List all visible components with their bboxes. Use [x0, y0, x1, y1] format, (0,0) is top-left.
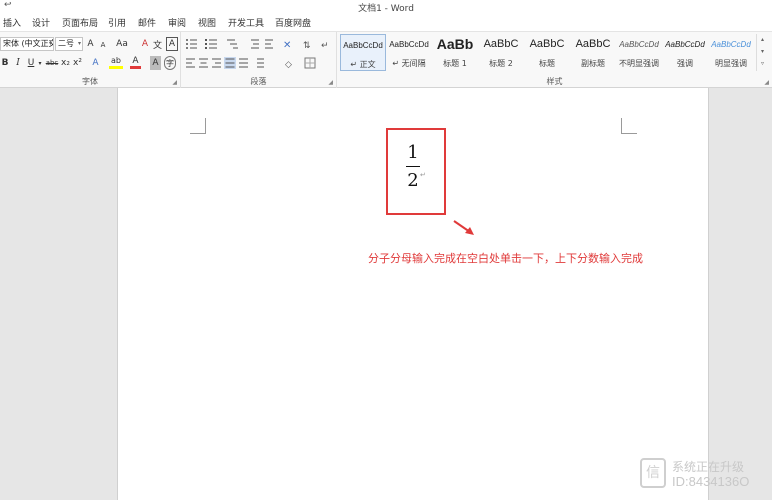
italic-button[interactable]: I: [13, 56, 23, 70]
character-shading-button[interactable]: A: [150, 56, 161, 70]
highlight-color-button[interactable]: ab: [109, 55, 123, 69]
watermark-logo: 信: [640, 458, 666, 488]
style-sample: AaBbCcDd: [665, 40, 705, 49]
tab-view[interactable]: 视图: [198, 16, 216, 29]
style-sample: AaBbCcDd: [343, 41, 383, 50]
document-canvas: 1 2 ↵ 分子分母输入完成在空白处单击一下，上下分数输入完成: [0, 88, 772, 500]
font-color-button[interactable]: A: [130, 55, 141, 69]
styles-group: AaBbCcDd ↵ 正文 AaBbCcDd ↵ 无间隔 AaBb 标题 1 A…: [337, 32, 772, 88]
style-sample: AaBb: [436, 36, 474, 52]
title-bar: ↩ 文档1 - Word: [0, 0, 772, 14]
styles-group-label: 样式: [546, 77, 563, 86]
tab-mailings[interactable]: 邮件: [138, 16, 156, 29]
paragraph-mark: ↵: [420, 171, 426, 179]
watermark: 信 系统正在升级 ID:8434136O: [640, 456, 772, 496]
tab-design[interactable]: 设计: [32, 16, 50, 29]
svg-text:↵: ↵: [321, 41, 329, 50]
watermark-logo-glyph: 信: [646, 465, 660, 481]
chevron-down-icon[interactable]: ▾: [757, 46, 768, 58]
ribbon-tabs: 插入 设计 页面布局 引用 邮件 审阅 视图 开发工具 百度网盘: [0, 13, 772, 31]
dialog-launcher-icon[interactable]: ◢: [172, 79, 177, 86]
watermark-id: ID:8434136O: [672, 474, 750, 489]
chevron-down-icon: ▾: [48, 40, 52, 47]
tab-developer[interactable]: 开发工具: [228, 16, 264, 29]
tab-review[interactable]: 审阅: [168, 16, 186, 29]
more-icon[interactable]: ▿: [757, 58, 768, 70]
style-sample: AaBbC: [483, 38, 519, 50]
style-sample: AaBbCcDd: [389, 40, 429, 49]
strikethrough-button[interactable]: abc: [45, 56, 59, 70]
tab-insert[interactable]: 插入: [3, 16, 21, 29]
document-page[interactable]: 1 2 ↵ 分子分母输入完成在空白处单击一下，上下分数输入完成: [117, 88, 709, 500]
style-normal[interactable]: AaBbCcDd ↵ 正文: [340, 34, 386, 71]
underline-button[interactable]: U: [26, 56, 36, 70]
style-subtitle[interactable]: AaBbC 副标题: [570, 34, 616, 71]
chevron-down-icon: ▾: [77, 40, 81, 47]
paragraph-row2-icons[interactable]: ◇: [185, 57, 335, 69]
dialog-launcher-icon[interactable]: ◢: [328, 79, 333, 86]
subscript-button[interactable]: x₂: [60, 56, 71, 70]
text-effects-button[interactable]: A: [90, 56, 101, 70]
font-name-value: 宋体 (中文正文): [3, 39, 53, 48]
ribbon: 宋体 (中文正文) ▾ 二号 ▾ A A Aa A 文 A B I U ▾ ab…: [0, 31, 772, 88]
paragraph-group: ✕ ⇅ ↵ ◇ 段落 ◢: [181, 32, 337, 88]
grow-font-button[interactable]: A: [85, 37, 96, 51]
superscript-button[interactable]: x²: [72, 56, 83, 70]
style-sample: AaBbCcDd: [619, 40, 659, 49]
font-size-value: 二号: [58, 39, 74, 48]
style-name: 标题: [539, 59, 555, 68]
font-name-combo[interactable]: 宋体 (中文正文) ▾: [0, 37, 54, 51]
fraction-numerator[interactable]: 1: [398, 142, 428, 164]
paragraph-group-label: 段落: [250, 77, 267, 86]
style-emphasis[interactable]: AaBbCcDd 强调: [662, 34, 708, 71]
tab-baidu-netdisk[interactable]: 百度网盘: [275, 16, 311, 29]
style-no-spacing[interactable]: AaBbCcDd ↵ 无间隔: [386, 34, 432, 71]
svg-text:◇: ◇: [285, 60, 292, 69]
style-sample: AaBbCcDd: [711, 40, 751, 49]
style-name: 标题 1: [443, 59, 467, 68]
change-case-button[interactable]: Aa: [114, 37, 130, 51]
font-group-label: 字体: [82, 77, 98, 86]
style-name: ↵ 无间隔: [392, 59, 426, 68]
style-intense-emphasis[interactable]: AaBbCcDd 明显强调: [708, 34, 754, 71]
character-border-button[interactable]: A: [166, 37, 178, 51]
style-title[interactable]: AaBbC 标题: [524, 34, 570, 71]
tab-page-layout[interactable]: 页面布局: [62, 16, 98, 29]
annotation-text: 分子分母输入完成在空白处单击一下，上下分数输入完成: [368, 252, 643, 265]
margin-mark: [190, 118, 206, 134]
arrow-icon: [453, 220, 474, 235]
style-name: 强调: [677, 59, 693, 68]
phonetic-guide-button[interactable]: 文: [152, 37, 163, 51]
enclose-characters-button[interactable]: 字: [164, 56, 176, 70]
clear-formatting-button[interactable]: A: [140, 37, 150, 51]
dialog-launcher-icon[interactable]: ◢: [764, 79, 769, 86]
font-size-combo[interactable]: 二号 ▾: [55, 37, 83, 51]
tab-references[interactable]: 引用: [108, 16, 126, 29]
fraction-equation[interactable]: 1 2: [398, 142, 428, 192]
style-sample: AaBbC: [575, 38, 611, 50]
fraction-bar: [406, 166, 420, 167]
style-name: 明显强调: [715, 59, 747, 68]
style-name: 副标题: [581, 59, 605, 68]
shrink-font-button[interactable]: A: [98, 38, 108, 52]
style-name: 标题 2: [489, 59, 513, 68]
svg-text:✕: ✕: [283, 40, 291, 50]
style-subtle-emphasis[interactable]: AaBbCcDd 不明显强调: [616, 34, 662, 71]
style-sample: AaBbC: [529, 38, 565, 50]
bold-button[interactable]: B: [0, 56, 10, 70]
style-name: ↵ 正文: [350, 60, 376, 69]
font-group: 宋体 (中文正文) ▾ 二号 ▾ A A Aa A 文 A B I U ▾ ab…: [0, 32, 181, 88]
style-heading-2[interactable]: AaBbC 标题 2: [478, 34, 524, 71]
margin-mark: [621, 118, 637, 134]
chevron-up-icon[interactable]: ▴: [757, 34, 768, 46]
style-heading-1[interactable]: AaBb 标题 1: [432, 34, 478, 71]
chevron-down-icon[interactable]: ▾: [37, 56, 43, 70]
styles-gallery-scroll[interactable]: ▴ ▾ ▿: [756, 34, 768, 71]
style-name: 不明显强调: [619, 59, 659, 68]
paragraph-row1-icons[interactable]: ✕ ⇅ ↵: [185, 38, 335, 50]
watermark-text: 系统正在升级: [672, 460, 745, 474]
svg-text:⇅: ⇅: [303, 41, 311, 50]
